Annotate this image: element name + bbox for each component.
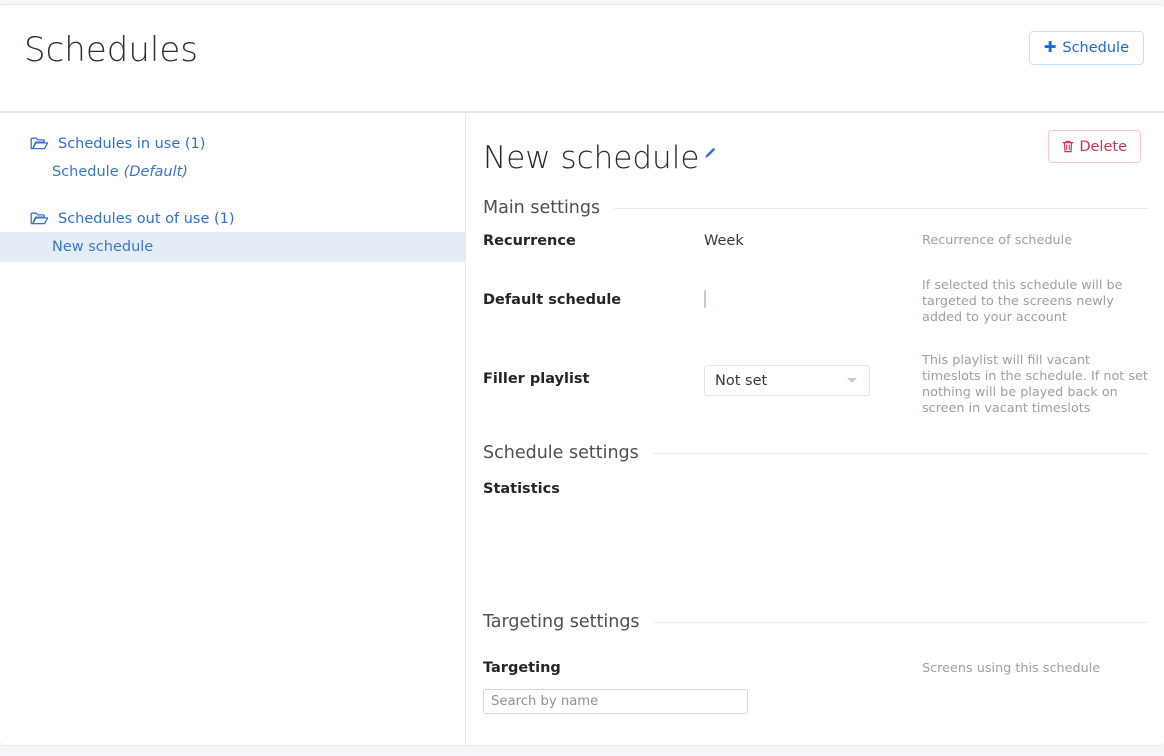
sidebar-group-out-of-use: Schedules out of use (1) New schedule	[0, 206, 465, 262]
default-schedule-control	[704, 290, 706, 308]
folder-open-icon	[30, 211, 49, 227]
section-title: Schedule settings	[483, 443, 639, 463]
section-divider	[652, 452, 1148, 454]
sidebar-item-label: Schedule	[52, 164, 119, 180]
row-default-schedule: Default schedule If selected this schedu…	[483, 278, 1148, 338]
recurrence-value: Week	[704, 233, 744, 249]
page-header: Schedules ✚ Schedule	[0, 4, 1164, 112]
delete-label: Delete	[1079, 138, 1127, 155]
section-title: Main settings	[483, 198, 601, 218]
plus-icon: ✚	[1043, 38, 1057, 56]
filler-playlist-control: Not set	[704, 365, 870, 396]
chevron-down-icon	[847, 378, 857, 383]
schedule-title: New schedule	[483, 130, 717, 179]
delete-schedule-button[interactable]: Delete	[1048, 130, 1141, 163]
sidebar-item-suffix: (Default)	[123, 164, 188, 180]
add-schedule-label: Schedule	[1062, 40, 1129, 56]
filler-playlist-select[interactable]: Not set	[704, 365, 870, 396]
section-schedule-settings: Schedule settings	[483, 443, 1148, 463]
page-body: Schedules in use (1) Schedule (Default) …	[0, 112, 1164, 746]
sidebar-folder-schedules-in-use[interactable]: Schedules in use (1)	[0, 131, 465, 157]
row-recurrence: Recurrence Week Recurrence of schedule	[483, 233, 1148, 257]
targeting-label: Targeting	[483, 660, 561, 676]
schedule-title-text: New schedule	[483, 140, 700, 176]
section-divider	[653, 621, 1148, 623]
default-schedule-label: Default schedule	[483, 292, 622, 308]
section-divider	[614, 207, 1148, 209]
page-title: Schedules	[24, 30, 198, 70]
pencil-icon[interactable]	[702, 130, 717, 172]
search-input[interactable]	[483, 689, 748, 714]
targeting-hint: Screens using this schedule	[922, 661, 1101, 676]
statistics-label: Statistics	[483, 481, 560, 497]
filler-playlist-hint: This playlist will fill vacant timeslots…	[922, 353, 1148, 416]
schedules-page: Schedules ✚ Schedule Schedules in use (1…	[0, 0, 1164, 756]
section-targeting-settings: Targeting settings	[483, 612, 1148, 632]
trash-icon	[1062, 140, 1074, 153]
schedules-sidebar: Schedules in use (1) Schedule (Default) …	[0, 113, 466, 745]
row-statistics: Statistics	[483, 477, 1148, 525]
sidebar-item-label: New schedule	[52, 239, 154, 255]
folder-open-icon	[30, 136, 49, 152]
section-main-settings: Main settings	[483, 198, 1148, 218]
sidebar-folder-schedules-out-of-use[interactable]: Schedules out of use (1)	[0, 206, 465, 232]
filler-playlist-label: Filler playlist	[483, 371, 590, 387]
row-filler-playlist: Filler playlist Not set This playlist wi…	[483, 353, 1148, 420]
add-schedule-button[interactable]: ✚ Schedule	[1028, 31, 1144, 65]
schedule-detail-panel: New schedule Delete Main settings Recurr…	[467, 113, 1164, 745]
default-schedule-hint: If selected this schedule will be target…	[922, 278, 1123, 325]
sidebar-folder-label: Schedules out of use (1)	[58, 211, 235, 227]
sidebar-folder-label: Schedules in use (1)	[58, 136, 206, 152]
default-schedule-checkbox[interactable]	[704, 290, 706, 308]
row-targeting: Targeting Screens using this schedule	[483, 651, 1148, 687]
filler-playlist-value: Not set	[715, 372, 768, 389]
sidebar-group-in-use: Schedules in use (1) Schedule (Default)	[0, 131, 465, 187]
sidebar-item-new-schedule[interactable]: New schedule	[0, 232, 465, 262]
sidebar-item-schedule-default[interactable]: Schedule (Default)	[0, 157, 465, 187]
section-title: Targeting settings	[483, 612, 640, 632]
recurrence-label: Recurrence	[483, 233, 576, 249]
recurrence-hint: Recurrence of schedule	[922, 233, 1073, 248]
